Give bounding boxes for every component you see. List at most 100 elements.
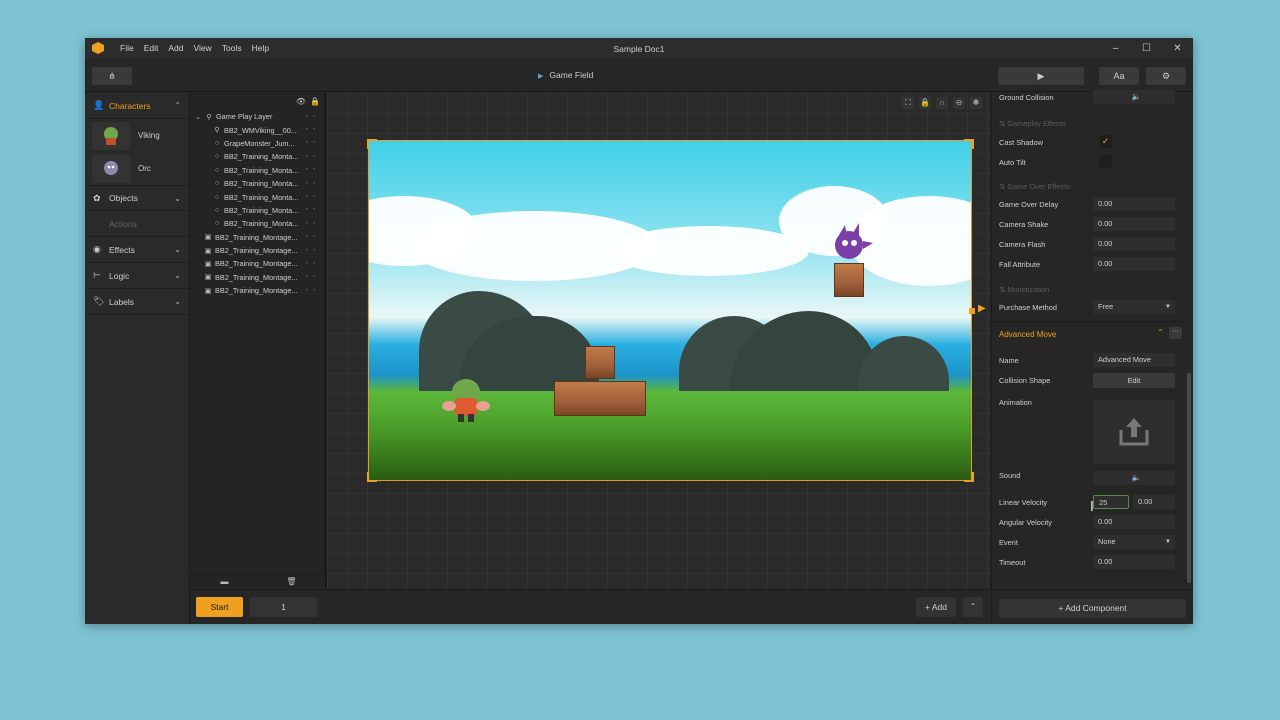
label-event: Event (999, 537, 1018, 547)
label-sound: Sound (999, 470, 1021, 480)
eye-icon[interactable]: 👁 (296, 97, 306, 106)
magnet-icon[interactable]: ∩ (936, 97, 948, 109)
close-icon[interactable]: ✕ (1162, 38, 1193, 59)
section-effects[interactable]: ◉ Effects ⌄ (85, 237, 189, 263)
layer-row[interactable]: ○ BB2_Training_Monta... •• (191, 177, 324, 190)
game-canvas[interactable]: ⛶ 🔒 ∩ ⊖ ✱ ▶ (327, 93, 990, 588)
image-layer-icon: ▣ (204, 234, 212, 242)
layer-row[interactable]: ○ BB2_Training_Monta... •• (191, 164, 324, 177)
add-component-button[interactable]: + Add Component (999, 599, 1186, 618)
frame-number[interactable]: 1 (250, 597, 317, 617)
name-input[interactable]: Advanced Move (1093, 353, 1175, 367)
orc-sprite[interactable] (827, 223, 875, 263)
layer-row[interactable]: ▣ BB2_Training_Montage... •• (191, 231, 324, 244)
bug-icon[interactable]: ✱ (970, 97, 982, 109)
lock-icon[interactable]: 🔒 (310, 97, 320, 106)
layer-row[interactable]: ○ BB2_Training_Monta... •• (191, 150, 324, 163)
object-layer-icon: ○ (214, 206, 220, 214)
cast-shadow-checkbox[interactable]: ✓ (1099, 135, 1112, 148)
breadcrumb[interactable]: ▶ Game Field (538, 70, 593, 80)
menu-tools[interactable]: Tools (217, 43, 247, 53)
resize-handle[interactable] (969, 308, 975, 314)
label-auto-tilt: Auto Tilt (999, 157, 1026, 167)
camera-shake-input[interactable]: 0.00 (1093, 217, 1175, 231)
ground-collision-sound[interactable]: 🔈 (1093, 90, 1175, 104)
menu-help[interactable]: Help (247, 43, 274, 53)
effects-icon: ◉ (93, 244, 101, 254)
dropdown-arrow-icon: ▼ (1165, 539, 1171, 545)
character-viking[interactable]: Viking (85, 119, 189, 152)
linear-velocity-y-input[interactable]: 0.00 (1133, 495, 1175, 509)
viking-sprite[interactable] (441, 376, 491, 426)
asset-sidebar: 👤 Characters ⌃ Viking Orc ✿ Objects ⌄ ◌ … (85, 93, 190, 624)
menu-view[interactable]: View (188, 43, 216, 53)
trash-icon[interactable]: 🗑 (258, 575, 325, 588)
sound-select[interactable]: 🔈 (1093, 471, 1175, 485)
layer-row[interactable]: ▣ BB2_Training_Montage... •• (191, 257, 324, 270)
title-bar: File Edit Add View Tools Help Sample Doc… (85, 38, 1193, 59)
minimize-icon[interactable]: – (1100, 38, 1131, 59)
menu-file[interactable]: File (115, 43, 139, 53)
play-button[interactable]: ▶ (998, 67, 1084, 85)
canvas-tools: ⛶ 🔒 ∩ ⊖ ✱ (902, 97, 982, 109)
object-layer-icon: ○ (214, 180, 220, 188)
game-over-delay-input[interactable]: 0.00 (1093, 197, 1175, 211)
link-icon[interactable]: ⊖ (953, 97, 965, 109)
purchase-method-select[interactable]: Free ▼ (1093, 300, 1175, 314)
lock-icon[interactable]: 🔒 (919, 97, 931, 109)
section-objects[interactable]: ✿ Objects ⌄ (85, 185, 189, 211)
event-select[interactable]: None ▼ (1093, 535, 1175, 549)
label-camera-flash: Camera Flash (999, 239, 1046, 249)
layer-row[interactable]: ○ BB2_Training_Monta... •• (191, 190, 324, 203)
label-collision-shape: Collision Shape (999, 375, 1051, 385)
maximize-icon[interactable]: ☐ (1131, 38, 1162, 59)
label-animation: Animation (999, 397, 1032, 407)
expand-button[interactable]: ⌃ (963, 597, 983, 617)
auto-tilt-checkbox[interactable]: ✓ (1099, 155, 1112, 168)
fit-icon[interactable]: ⛶ (902, 97, 914, 109)
layer-label: BB2_WMViking__00... (224, 125, 297, 135)
game-scene[interactable] (368, 140, 972, 481)
angular-velocity-input[interactable]: 0.00 (1093, 515, 1175, 529)
settings-button[interactable]: ⚙ (1146, 67, 1186, 85)
section-logic[interactable]: ⊢ Logic ⌄ (85, 263, 189, 289)
heading-game-over-effects: ⇅ Game Over Effects (999, 182, 1070, 191)
layer-row[interactable]: ○ BB2_Training_Monta... •• (191, 204, 324, 217)
linear-velocity-x-input[interactable]: 25 (1093, 495, 1129, 509)
edit-collision-button[interactable]: Edit (1093, 373, 1175, 388)
add-button[interactable]: + Add (916, 597, 956, 617)
properties-scrollbar[interactable] (1187, 93, 1191, 624)
more-icon[interactable]: ··· (1169, 327, 1182, 339)
hierarchy-button[interactable]: ⋔ (92, 67, 132, 85)
font-button[interactable]: Aa (1099, 67, 1139, 85)
play-icon: ▶ (1037, 70, 1045, 81)
layer-row[interactable]: ▣ BB2_Training_Montage... •• (191, 284, 324, 297)
person-icon: 👤 (93, 100, 105, 110)
layer-root[interactable]: ⌄ ⚲ Game Play Layer •• (191, 110, 324, 123)
layer-row[interactable]: ▣ BB2_Training_Montage... •• (191, 271, 324, 284)
menu-edit[interactable]: Edit (139, 43, 164, 53)
folder-icon[interactable]: ▬ (191, 575, 258, 588)
section-actions[interactable]: ◌ Actions (85, 211, 189, 237)
animation-upload[interactable] (1093, 400, 1175, 464)
layer-label: GrapeMonster_Jum... (224, 138, 295, 148)
collapse-icon[interactable]: ⌃ (1157, 328, 1164, 337)
camera-flash-input[interactable]: 0.00 (1093, 237, 1175, 251)
layer-label: BB2_Training_Monta... (224, 219, 299, 229)
layers-footer: ▬ 🗑 (191, 574, 325, 588)
layer-row[interactable]: ⚲ BB2_WMViking__00... •• (191, 123, 324, 136)
layer-row[interactable]: ○ BB2_Training_Monta... •• (191, 217, 324, 230)
character-orc[interactable]: Orc (85, 152, 189, 185)
heading-monetization: ⇅ Monetization (999, 285, 1050, 294)
layer-label: BB2_Training_Monta... (224, 179, 299, 189)
section-characters[interactable]: 👤 Characters ⌃ (85, 93, 189, 119)
object-layer-icon: ○ (214, 193, 220, 201)
layer-row[interactable]: ▣ BB2_Training_Montage... •• (191, 244, 324, 257)
start-button[interactable]: Start (196, 597, 243, 617)
fall-attribute-input[interactable]: 0.00 (1093, 257, 1175, 271)
section-labels[interactable]: 🏷 Labels ⌄ (85, 289, 189, 315)
timeout-input[interactable]: 0.00 (1093, 555, 1175, 569)
menu-add[interactable]: Add (163, 43, 188, 53)
chevron-down-icon: ⌄ (195, 113, 201, 121)
layer-row[interactable]: ○ GrapeMonster_Jum... •• (191, 137, 324, 150)
